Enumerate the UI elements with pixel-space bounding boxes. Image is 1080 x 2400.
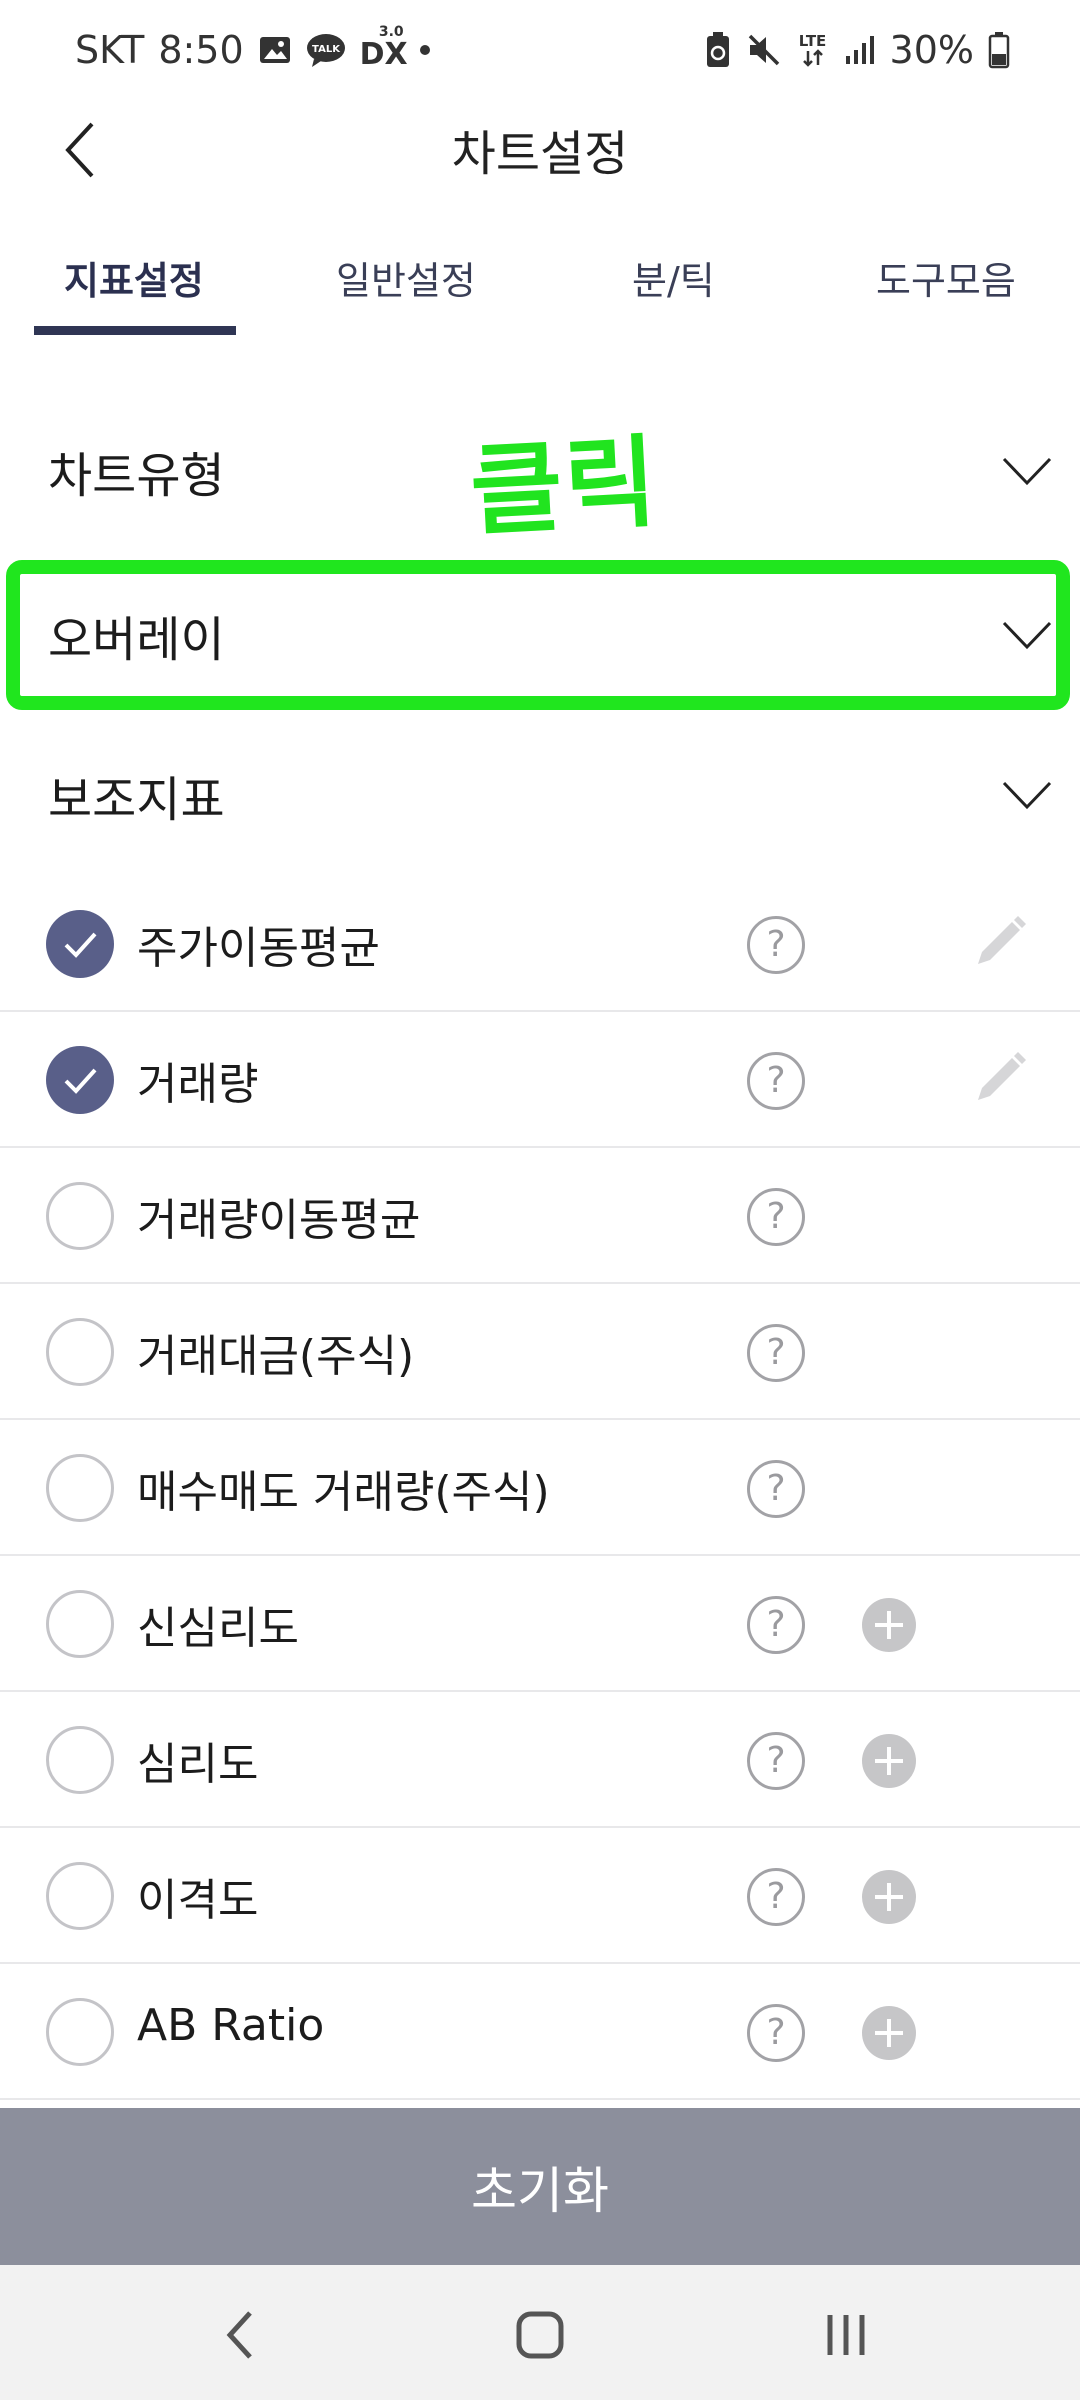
pencil-icon[interactable] <box>970 912 1030 972</box>
checkbox-unchecked[interactable] <box>46 1726 114 1794</box>
carrier-label: SKT <box>75 28 145 72</box>
active-tab-indicator <box>34 326 236 335</box>
nav-recents-icon <box>827 2315 865 2355</box>
checkbox-unchecked[interactable] <box>46 1454 114 1522</box>
help-icon[interactable]: ? <box>747 1868 805 1926</box>
list-item[interactable]: 주가이동평균 ? <box>0 876 1080 1012</box>
dx-icon: 3.0 DX <box>360 24 408 72</box>
status-bar-right: LTE 30% <box>704 28 1010 72</box>
system-nav-bar <box>0 2265 1080 2400</box>
section-auxiliary-indicators[interactable]: 보조지표 <box>0 720 1080 870</box>
indicator-label: 매수매도 거래량(주식) <box>137 1467 550 1518</box>
help-icon[interactable]: ? <box>747 916 805 974</box>
network-label: LTE <box>798 32 827 50</box>
section-label: 차트유형 <box>48 448 225 504</box>
section-overlay[interactable]: 오버레이 <box>0 560 1080 710</box>
add-icon[interactable] <box>862 1870 916 1924</box>
nav-home-button[interactable] <box>500 2295 580 2375</box>
checkbox-checked[interactable] <box>46 1046 114 1114</box>
indicator-label: 이격도 <box>137 1875 259 1926</box>
checkbox-unchecked[interactable] <box>46 1862 114 1930</box>
dot-icon <box>418 43 432 57</box>
status-bar-left: SKT 8:50 TALK 3.0 DX <box>75 24 432 72</box>
help-icon[interactable]: ? <box>747 1596 805 1654</box>
add-icon[interactable] <box>862 1598 916 1652</box>
tab-toolbox[interactable]: 도구모음 <box>876 250 1016 305</box>
indicator-label: 심리도 <box>137 1739 259 1790</box>
chevron-down-icon <box>1002 457 1052 486</box>
nav-recents-button[interactable] <box>806 2295 886 2375</box>
gallery-icon <box>258 33 292 67</box>
indicator-label: 거래대금(주식) <box>137 1331 415 1382</box>
talk-label: TALK <box>312 44 341 55</box>
list-item[interactable]: 이격도 ? <box>0 1828 1080 1964</box>
help-icon[interactable]: ? <box>747 1732 805 1790</box>
nav-home-icon <box>516 2311 564 2359</box>
battery-saver-icon <box>704 31 732 69</box>
battery-icon <box>988 31 1010 69</box>
list-item[interactable]: 거래량 ? <box>0 1012 1080 1148</box>
clock: 8:50 <box>158 28 244 72</box>
tab-general-settings[interactable]: 일반설정 <box>336 250 476 305</box>
section-label: 보조지표 <box>48 772 225 828</box>
help-icon[interactable]: ? <box>747 1188 805 1246</box>
tab-minute-tick[interactable]: 분/틱 <box>632 250 715 305</box>
checkmark-icon <box>64 1068 97 1094</box>
checkbox-unchecked[interactable] <box>46 1182 114 1250</box>
indicator-list: 주가이동평균 ? 거래량 ? 거래량이동평균 ? 거래대금(주식) ? 매수매도… <box>0 876 1080 2100</box>
add-icon[interactable] <box>862 1734 916 1788</box>
indicator-label: 거래량이동평균 <box>137 1195 421 1246</box>
page-title: 차트설정 <box>451 126 629 182</box>
battery-percent: 30% <box>889 28 974 72</box>
checkmark-icon <box>64 932 97 958</box>
dx-label: DX <box>359 37 408 72</box>
nav-back-icon <box>226 2311 252 2359</box>
add-icon[interactable] <box>862 2006 916 2060</box>
help-icon[interactable]: ? <box>747 1052 805 1110</box>
checkbox-unchecked[interactable] <box>46 1998 114 2066</box>
app-bar: 차트설정 <box>0 100 1080 195</box>
help-icon[interactable]: ? <box>747 1460 805 1518</box>
indicator-label: 거래량 <box>137 1059 259 1110</box>
nav-back-button[interactable] <box>200 2295 280 2375</box>
click-annotation: 클릭 <box>467 423 662 550</box>
reset-button[interactable]: 초기화 <box>0 2108 1080 2265</box>
checkbox-checked[interactable] <box>46 910 114 978</box>
kakaotalk-icon: TALK <box>306 32 346 68</box>
list-item[interactable]: 거래대금(주식) ? <box>0 1284 1080 1420</box>
chevron-down-icon <box>1002 621 1052 650</box>
mute-icon <box>746 32 782 68</box>
lte-icon: LTE <box>796 33 830 67</box>
indicator-label: 신심리도 <box>137 1603 299 1654</box>
chevron-down-icon <box>1002 781 1052 810</box>
indicator-label: AB Ratio <box>137 2000 325 2051</box>
tab-indicator-settings[interactable]: 지표설정 <box>64 250 204 305</box>
list-item[interactable]: 거래량이동평균 ? <box>0 1148 1080 1284</box>
status-bar: SKT 8:50 TALK 3.0 DX LTE 30% <box>0 0 1080 100</box>
list-item[interactable]: 매수매도 거래량(주식) ? <box>0 1420 1080 1556</box>
tab-bar: 지표설정 일반설정 분/틱 도구모음 <box>0 230 1080 340</box>
section-label: 오버레이 <box>48 612 225 668</box>
list-item[interactable]: 심리도 ? <box>0 1692 1080 1828</box>
indicator-label: 주가이동평균 <box>137 923 380 974</box>
help-icon[interactable]: ? <box>747 2004 805 2062</box>
list-item[interactable]: 신심리도 ? <box>0 1556 1080 1692</box>
checkbox-unchecked[interactable] <box>46 1318 114 1386</box>
signal-icon <box>844 34 876 66</box>
list-item[interactable]: AB Ratio ? <box>0 1964 1080 2100</box>
pencil-icon[interactable] <box>970 1048 1030 1108</box>
checkbox-unchecked[interactable] <box>46 1590 114 1658</box>
help-icon[interactable]: ? <box>747 1324 805 1382</box>
